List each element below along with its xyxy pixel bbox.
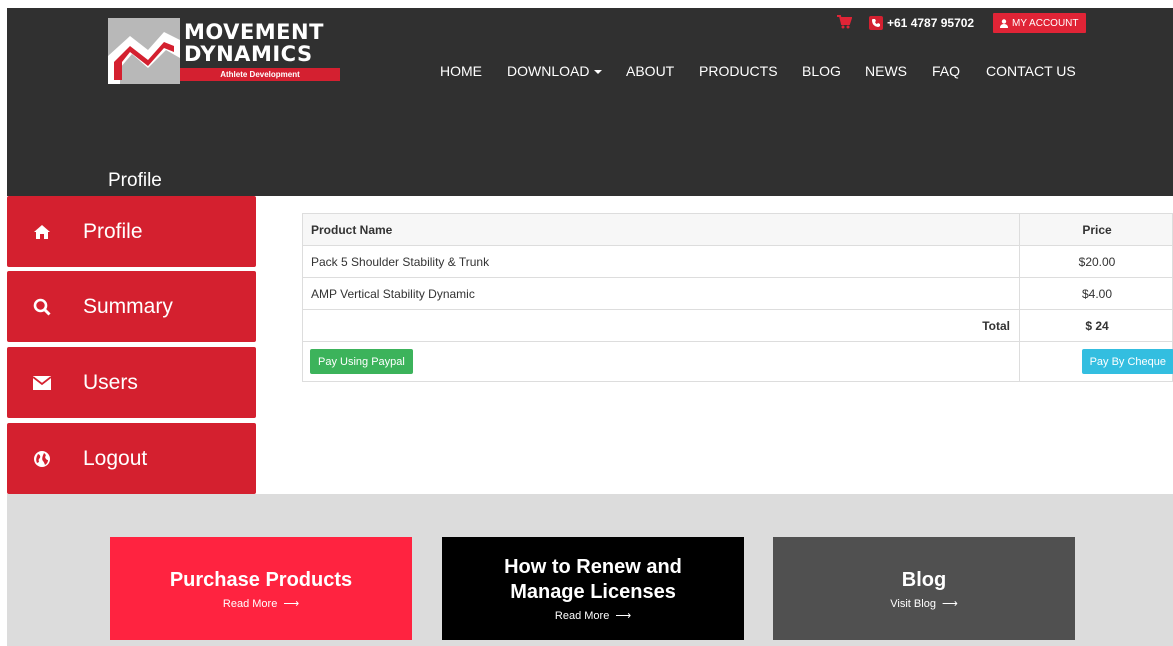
card-link[interactable]: Read More ⟶: [223, 597, 299, 610]
column-header-product: Product Name: [311, 222, 393, 237]
phone-contact[interactable]: +61 4787 95702: [869, 13, 974, 33]
nav-about[interactable]: ABOUT: [626, 63, 674, 79]
total-value: $ 24: [1019, 310, 1173, 341]
product-name: AMP Vertical Stability Dynamic: [311, 286, 475, 301]
arrow-right-icon: ⟶: [283, 597, 300, 610]
sidebar-item-logout[interactable]: Logout: [7, 423, 256, 494]
card-title: Blog: [901, 568, 947, 591]
card-link[interactable]: Visit Blog ⟶: [890, 597, 957, 610]
home-icon: [32, 222, 52, 242]
card-renew-licenses[interactable]: How to Renew and Manage Licenses Read Mo…: [442, 537, 744, 640]
sidebar-item-profile[interactable]: Profile: [7, 196, 256, 267]
table-row: AMP Vertical Stability Dynamic $4.00: [303, 278, 1172, 310]
nav-products[interactable]: PRODUCTS: [699, 63, 778, 79]
cheque-cell: Pay By Cheque: [1019, 342, 1173, 381]
user-icon: [1000, 18, 1008, 28]
shopping-cart-icon[interactable]: [836, 14, 852, 30]
envelope-icon: [32, 373, 52, 393]
nav-download-label: DOWNLOAD: [507, 63, 590, 79]
table-row: Pack 5 Shoulder Stability & Trunk $20.00: [303, 246, 1172, 278]
sidebar-item-label: Users: [83, 370, 138, 394]
product-price: $4.00: [1019, 278, 1173, 309]
nav-faq[interactable]: FAQ: [932, 63, 960, 79]
phone-number: +61 4787 95702: [887, 16, 975, 30]
brand-name-line1: MOVEMENT: [184, 20, 324, 44]
card-title: Purchase Products: [169, 568, 353, 591]
globe-icon: [32, 449, 52, 469]
nav-blog[interactable]: BLOG: [802, 63, 841, 79]
phone-icon: [869, 16, 883, 30]
table-header-row: Product Name Price: [303, 214, 1172, 246]
pay-cheque-button[interactable]: Pay By Cheque: [1081, 349, 1173, 374]
arrow-right-icon: ⟶: [941, 597, 958, 610]
cart-table: Product Name Price Pack 5 Shoulder Stabi…: [302, 213, 1173, 382]
sidebar-item-label: Profile: [83, 219, 143, 243]
card-title: How to Renew and Manage Licenses: [504, 556, 682, 603]
search-icon: [32, 297, 52, 317]
pay-paypal-button[interactable]: Pay Using Paypal: [310, 349, 413, 374]
my-account-label: MY ACCOUNT: [1012, 17, 1079, 29]
main-nav: HOME DOWNLOAD ABOUT PRODUCTS BLOG NEWS F…: [7, 63, 1173, 81]
sidebar-item-label: Logout: [83, 446, 148, 470]
total-label: Total: [982, 318, 1010, 333]
card-purchase-products[interactable]: Purchase Products Read More ⟶: [110, 537, 412, 640]
card-link-label: Read More: [222, 597, 278, 610]
site-header: MOVEMENT DYNAMICS Athlete Development +6…: [7, 8, 1173, 196]
nav-contact[interactable]: CONTACT US: [986, 63, 1076, 79]
arrow-right-icon: ⟶: [615, 610, 632, 622]
product-name: Pack 5 Shoulder Stability & Trunk: [311, 254, 490, 269]
card-blog[interactable]: Blog Visit Blog ⟶: [773, 537, 1075, 640]
my-account-button[interactable]: MY ACCOUNT: [993, 13, 1086, 33]
column-header-price: Price: [1019, 214, 1173, 245]
feature-section: Purchase Products Read More ⟶ How to Rene…: [7, 494, 1173, 646]
card-link-label: Read More: [554, 610, 610, 622]
sidebar-item-summary[interactable]: Summary: [7, 271, 256, 342]
total-row: Total $ 24: [303, 310, 1172, 342]
sidebar-item-users[interactable]: Users: [7, 347, 256, 418]
card-link[interactable]: Read More ⟶: [555, 609, 631, 622]
nav-download[interactable]: DOWNLOAD: [507, 63, 603, 79]
chevron-down-icon: [594, 70, 603, 75]
card-link-label: Visit Blog: [890, 597, 936, 610]
nav-news[interactable]: NEWS: [865, 63, 907, 79]
payment-row: Pay Using Paypal Pay By Cheque: [303, 342, 1173, 381]
page: MOVEMENT DYNAMICS Athlete Development +6…: [0, 0, 1173, 646]
nav-home[interactable]: HOME: [440, 63, 482, 79]
page-title: Profile: [108, 170, 162, 191]
sidebar-item-label: Summary: [83, 294, 173, 318]
product-price: $20.00: [1019, 246, 1173, 277]
